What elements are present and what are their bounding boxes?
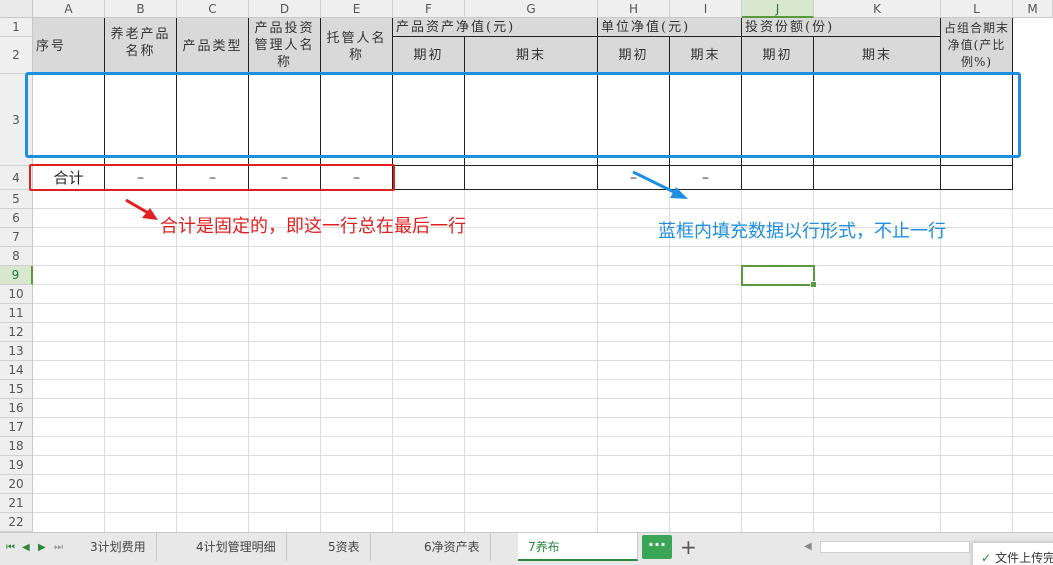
header-cell-custodian-name[interactable]: 托管人名称 <box>321 18 393 74</box>
row-header-18[interactable]: 18 <box>0 437 33 456</box>
header-cell-unit-nav-start[interactable]: 期初 <box>598 37 670 74</box>
gridline <box>33 379 1053 380</box>
last-sheet-icon[interactable]: ⏭ <box>54 542 63 553</box>
tab-sheet-3[interactable]: 3计划费用 <box>80 533 157 561</box>
row-header-7[interactable]: 7 <box>0 228 33 247</box>
row-header-8[interactable]: 8 <box>0 247 33 266</box>
row-header-20[interactable]: 20 <box>0 475 33 494</box>
gridline <box>33 398 1053 399</box>
sheet-tab-bar: ⏮ ◀ ▶ ⏭ 3计划费用 4计划管理明细 5资表 6净资产表 7养布 ··· … <box>0 532 1053 565</box>
total-dash-cell[interactable]: – <box>670 166 742 190</box>
gridline <box>33 284 1053 285</box>
gridline <box>33 322 1053 323</box>
row-header-13[interactable]: 13 <box>0 342 33 361</box>
tab-sheet-4[interactable]: 4计划管理明细 <box>186 533 287 561</box>
total-cell[interactable] <box>941 166 1013 190</box>
column-header-b[interactable]: B <box>105 0 177 18</box>
gridline <box>33 246 1053 247</box>
row-header-21[interactable]: 21 <box>0 494 33 513</box>
gridline <box>33 360 1053 361</box>
column-header-i[interactable]: I <box>670 0 742 18</box>
upload-toast-text: 文件上传完 <box>995 551 1053 565</box>
total-cell[interactable] <box>393 166 465 190</box>
total-cell[interactable] <box>814 166 941 190</box>
header-cell-nav-end[interactable]: 期末 <box>465 37 598 74</box>
header-cell-shares-group[interactable]: 投资份额(份) <box>742 18 941 37</box>
red-arrow-shaft <box>125 198 151 216</box>
header-cell-nav-start[interactable]: 期初 <box>393 37 465 74</box>
tab-sheet-6[interactable]: 6净资产表 <box>414 533 491 561</box>
total-cell[interactable] <box>465 166 598 190</box>
column-header-c[interactable]: C <box>177 0 249 18</box>
row-header-12[interactable]: 12 <box>0 323 33 342</box>
row-header-19[interactable]: 19 <box>0 456 33 475</box>
row-header-9[interactable]: 9 <box>0 266 33 285</box>
gridline <box>33 455 1053 456</box>
column-header-d[interactable]: D <box>249 0 321 18</box>
scroll-left-icon[interactable]: ◀ <box>804 541 812 552</box>
gridline <box>33 341 1053 342</box>
column-header-h[interactable]: H <box>598 0 670 18</box>
upload-toast[interactable]: ✓ 文件上传完 <box>972 542 1053 565</box>
total-cell[interactable] <box>742 166 814 190</box>
header-cell-unit-nav-group[interactable]: 单位净值(元) <box>598 18 742 37</box>
total-dash-cell[interactable]: – <box>598 166 670 190</box>
row-header-2[interactable]: 2 <box>0 37 33 74</box>
column-header-m[interactable]: M <box>1013 0 1053 18</box>
row-header-22[interactable]: 22 <box>0 513 33 532</box>
annotation-data-rows-note: 蓝框内填充数据以行形式，不止一行 <box>658 221 946 242</box>
gridline <box>33 208 1053 209</box>
add-sheet-button[interactable]: + <box>680 533 697 561</box>
prev-sheet-icon[interactable]: ◀ <box>22 542 30 553</box>
header-cell-shares-end[interactable]: 期末 <box>814 37 941 74</box>
row-header-16[interactable]: 16 <box>0 399 33 418</box>
header-cell-product-type[interactable]: 产品类型 <box>177 18 249 74</box>
gridline <box>33 474 1053 475</box>
data-rows-highlight-box <box>25 72 1021 158</box>
header-cell-shares-start[interactable]: 期初 <box>742 37 814 74</box>
row-header-10[interactable]: 10 <box>0 285 33 304</box>
row-header-14[interactable]: 14 <box>0 361 33 380</box>
spreadsheet-grid[interactable]: A B C D E F G H I J K L M 1 2 3 4 5 6 7 … <box>0 0 1053 532</box>
row-header-1[interactable]: 1 <box>0 18 33 37</box>
gridline <box>33 265 1053 266</box>
header-cell-portfolio-ratio[interactable]: 占组合期末净值(产比例%) <box>941 18 1013 74</box>
row-header-15[interactable]: 15 <box>0 380 33 399</box>
header-cell-unit-nav-end[interactable]: 期末 <box>670 37 742 74</box>
select-all-corner[interactable] <box>0 0 33 18</box>
column-header-f[interactable]: F <box>393 0 465 18</box>
column-header-e[interactable]: E <box>321 0 393 18</box>
tab-sheet-5[interactable]: 5资表 <box>318 533 371 561</box>
row-header-17[interactable]: 17 <box>0 418 33 437</box>
check-icon: ✓ <box>981 551 992 565</box>
gridline <box>33 436 1053 437</box>
column-header-g[interactable]: G <box>465 0 598 18</box>
gridline <box>33 493 1053 494</box>
header-cell-nav-group[interactable]: 产品资产净值(元) <box>393 18 598 37</box>
row-header-11[interactable]: 11 <box>0 304 33 323</box>
header-cell-manager-name[interactable]: 产品投资管理人名称 <box>249 18 321 74</box>
gridline <box>33 417 1053 418</box>
more-sheets-button[interactable]: ··· <box>642 535 672 559</box>
column-header-l[interactable]: L <box>941 0 1013 18</box>
next-sheet-icon[interactable]: ▶ <box>38 542 46 553</box>
column-header-k[interactable]: K <box>814 0 941 18</box>
selected-cell-j9[interactable] <box>741 265 817 288</box>
gridline <box>33 512 1053 513</box>
header-cell-seq[interactable]: 序号 <box>33 18 105 74</box>
column-header-j[interactable]: J <box>742 0 814 18</box>
red-arrow-head <box>142 208 158 220</box>
first-sheet-icon[interactable]: ⏮ <box>6 542 15 553</box>
horizontal-scrollbar[interactable] <box>820 541 970 553</box>
column-header-a[interactable]: A <box>33 0 105 18</box>
header-cell-product-name[interactable]: 养老产品名称 <box>105 18 177 74</box>
row-header-6[interactable]: 6 <box>0 209 33 228</box>
row-header-5[interactable]: 5 <box>0 190 33 209</box>
tab-sheet-7[interactable]: 7养布 <box>518 533 638 561</box>
total-row-highlight-box <box>29 164 395 191</box>
annotation-total-row-note: 合计是固定的，即这一行总在最后一行 <box>160 216 466 237</box>
gridline <box>33 303 1053 304</box>
